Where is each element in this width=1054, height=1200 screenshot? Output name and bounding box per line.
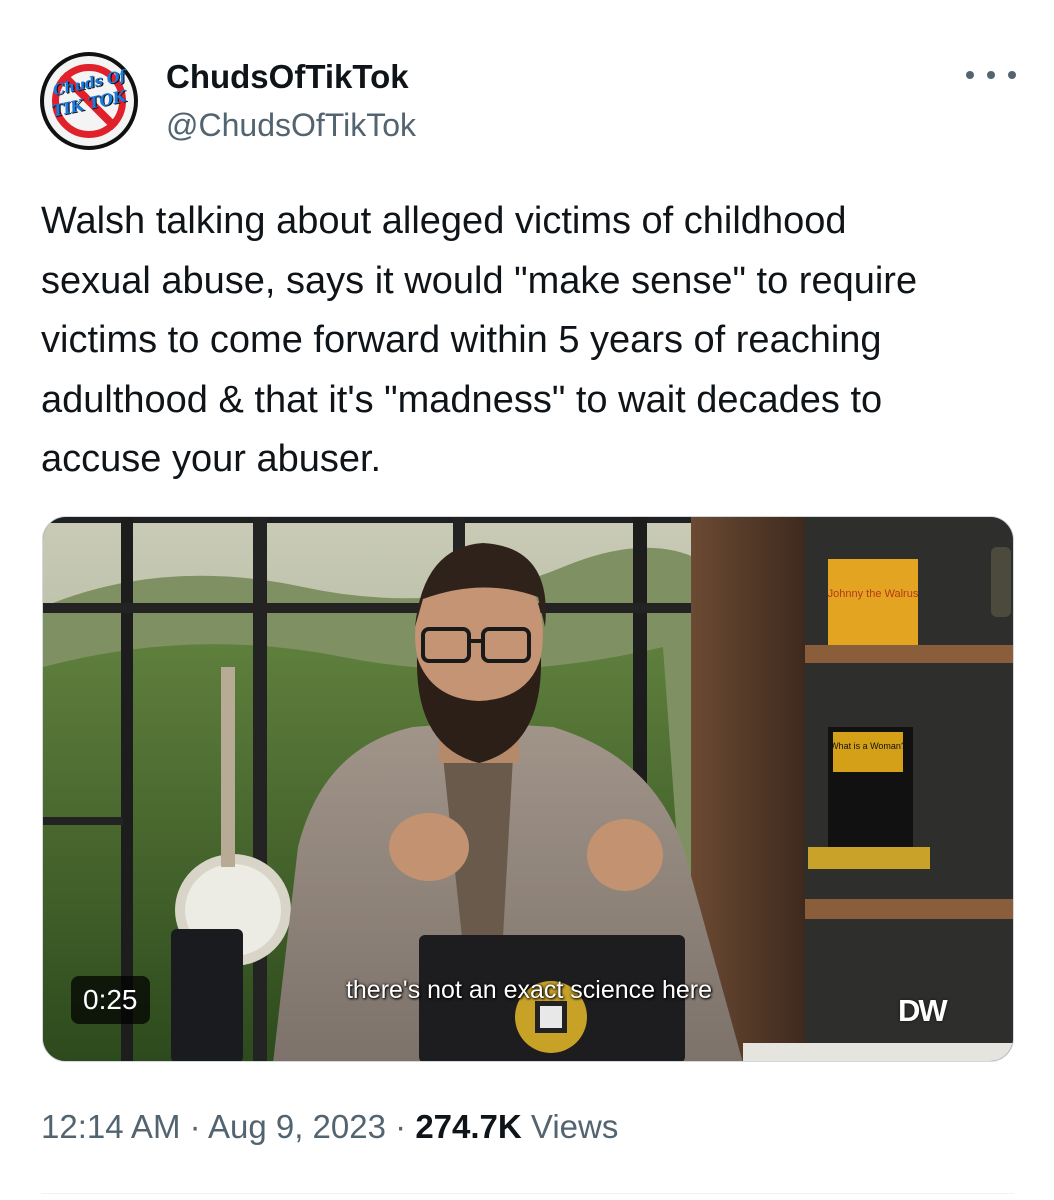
- divider: [41, 1193, 1014, 1194]
- book-title: Johnny the Walrus: [828, 588, 919, 600]
- tweet-text: Walsh talking about alleged victims of c…: [41, 200, 918, 480]
- views-label: Views: [530, 1108, 619, 1145]
- meta-separator: ·: [189, 1108, 201, 1145]
- more-horizontal-icon-dot: [987, 71, 995, 79]
- video-duration-badge: 0:25: [71, 976, 150, 1024]
- author-display-name[interactable]: ChudsOfTikTok: [166, 58, 409, 96]
- views-count: 274.7K: [415, 1108, 522, 1145]
- more-options-button[interactable]: [966, 60, 1016, 90]
- avatar[interactable]: Chuds Of TIK TOK: [40, 52, 138, 150]
- tweet: Chuds Of TIK TOK ChudsOfTikTok @ChudsOfT…: [0, 0, 1054, 1200]
- more-horizontal-icon-dot: [1008, 71, 1016, 79]
- tweet-time[interactable]: 12:14 AM: [41, 1108, 180, 1145]
- more-horizontal-icon: [966, 71, 974, 79]
- book-title-2: What is a Woman?: [830, 741, 906, 751]
- video-player[interactable]: Johnny the Walrus What is a Woman? there…: [42, 516, 1014, 1062]
- video-subtitle: there's not an exact science here: [345, 976, 713, 1004]
- video-watermark: DW: [898, 993, 948, 1028]
- tweet-meta: 12:14 AM · Aug 9, 2023 · 274.7K Views: [41, 1106, 618, 1148]
- tweet-date[interactable]: Aug 9, 2023: [208, 1108, 386, 1145]
- author-handle[interactable]: @ChudsOfTikTok: [166, 106, 416, 144]
- meta-separator: ·: [395, 1108, 407, 1145]
